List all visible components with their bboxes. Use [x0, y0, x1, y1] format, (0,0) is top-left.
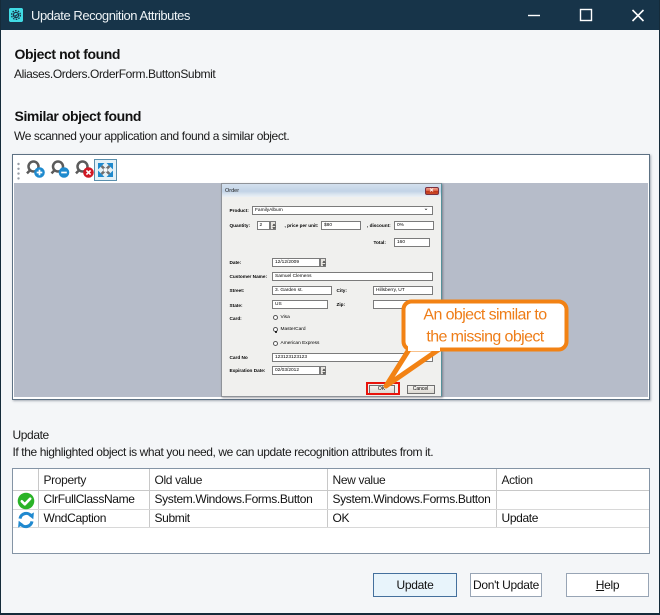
svg-text:An object similar to: An object similar to [423, 307, 547, 324]
svg-text:the missing object: the missing object [426, 328, 544, 345]
